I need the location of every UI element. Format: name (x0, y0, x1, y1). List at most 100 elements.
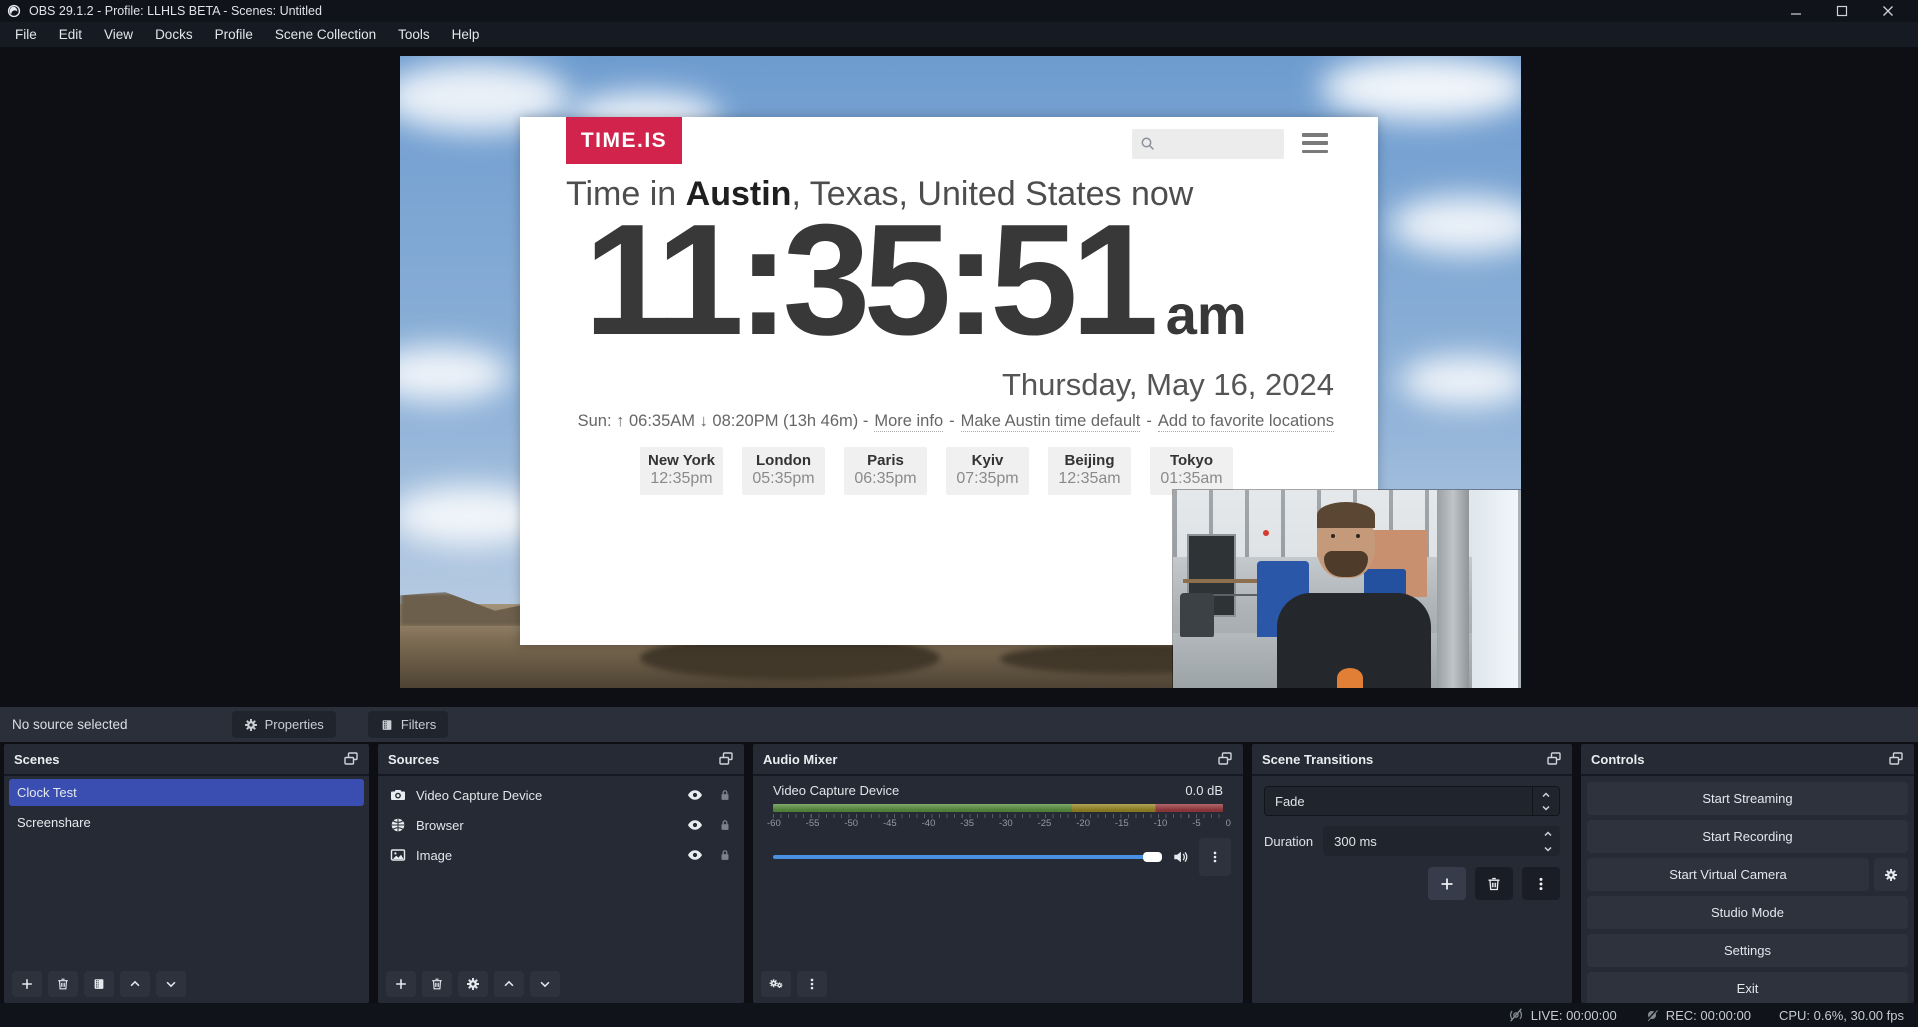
exit-button[interactable]: Exit (1587, 972, 1908, 1003)
window-title: OBS 29.1.2 - Profile: LLHLS BETA - Scene… (29, 4, 322, 18)
eye-icon[interactable] (687, 787, 703, 803)
menu-tools[interactable]: Tools (387, 22, 441, 47)
spin-up-icon[interactable] (1542, 828, 1554, 840)
duration-label: Duration (1264, 834, 1313, 849)
remove-transition-button[interactable] (1475, 867, 1513, 900)
source-move-up-button[interactable] (494, 971, 524, 997)
speaker-icon[interactable] (1173, 849, 1189, 865)
city-card: Tokyo01:35am (1150, 447, 1233, 495)
start-streaming-button[interactable]: Start Streaming (1587, 782, 1908, 815)
controls-title: Controls (1591, 752, 1644, 767)
menu-help[interactable]: Help (441, 22, 491, 47)
status-bar: LIVE: 00:00:00 REC: 00:00:00 CPU: 0.6%, … (0, 1003, 1918, 1027)
menubar: File Edit View Docks Profile Scene Colle… (0, 22, 1918, 47)
cpu-fps-stats: CPU: 0.6%, 30.00 fps (1779, 1008, 1904, 1023)
mixer-channel-name: Video Capture Device (773, 783, 899, 798)
duration-spinbox[interactable]: 300 ms (1323, 826, 1560, 856)
close-button[interactable] (1865, 0, 1911, 22)
gear-icon (244, 718, 258, 732)
menu-edit[interactable]: Edit (48, 22, 93, 47)
popout-dock-icon[interactable] (1217, 751, 1233, 767)
cloud (400, 346, 510, 402)
lock-icon[interactable] (718, 818, 732, 832)
add-scene-button[interactable] (12, 971, 42, 997)
maximize-button[interactable] (1819, 0, 1865, 22)
eye-icon[interactable] (687, 817, 703, 833)
city-card: New York12:35pm (640, 447, 723, 495)
volume-slider[interactable] (773, 855, 1162, 859)
timeis-meridiem: am (1166, 283, 1247, 346)
add-transition-button[interactable] (1428, 867, 1466, 900)
advanced-audio-button[interactable] (761, 971, 791, 997)
scenes-panel: Scenes Clock Test Screenshare (4, 744, 369, 1003)
volume-slider-handle[interactable] (1143, 852, 1162, 862)
scene-move-down-button[interactable] (156, 971, 186, 997)
timeis-sun-info: Sun: ↑ 06:35AM ↓ 08:20PM (13h 46m) - Mor… (578, 412, 1334, 432)
menu-profile[interactable]: Profile (204, 22, 264, 47)
obs-logo-icon (7, 4, 21, 18)
settings-button[interactable]: Settings (1587, 934, 1908, 967)
source-move-down-button[interactable] (530, 971, 560, 997)
volume-meter (773, 804, 1223, 812)
camera-icon (390, 787, 406, 803)
remove-scene-button[interactable] (48, 971, 78, 997)
globe-icon (390, 817, 406, 833)
stream-status-icon (1508, 1007, 1524, 1023)
scene-filters-button[interactable] (84, 971, 114, 997)
timeis-date: Thursday, May 16, 2024 (1002, 367, 1334, 403)
webcam-overlay (1173, 490, 1521, 688)
scenes-title: Scenes (14, 752, 60, 767)
transition-properties-button[interactable] (1522, 867, 1560, 900)
preview-canvas[interactable]: TIME.IS Time in Austin, Texas, United St… (400, 56, 1521, 688)
menu-scene-collection[interactable]: Scene Collection (264, 22, 387, 47)
audio-mixer-panel: Audio Mixer Video Capture Device 0.0 dB … (753, 744, 1243, 1003)
lock-icon[interactable] (718, 848, 732, 862)
search-icon (1140, 136, 1156, 152)
kebab-icon (1208, 850, 1222, 864)
mixer-channel-level: 0.0 dB (1185, 783, 1223, 798)
mixer-options-button[interactable] (1199, 838, 1231, 876)
studio-mode-button[interactable]: Studio Mode (1587, 896, 1908, 929)
popout-dock-icon[interactable] (343, 751, 359, 767)
audio-mixer-title: Audio Mixer (763, 752, 837, 767)
menu-file[interactable]: File (4, 22, 48, 47)
source-row-browser[interactable]: Browser (378, 810, 744, 840)
timeis-logo: TIME.IS (566, 117, 682, 164)
popout-dock-icon[interactable] (718, 751, 734, 767)
sources-panel: Sources Video Capture Device Browser (378, 744, 744, 1003)
start-recording-button[interactable]: Start Recording (1587, 820, 1908, 853)
minimize-button[interactable] (1773, 0, 1819, 22)
source-row-video-capture[interactable]: Video Capture Device (378, 780, 744, 810)
spin-down-icon[interactable] (1542, 843, 1554, 855)
cloud (1400, 356, 1521, 406)
transition-select[interactable]: Fade (1264, 786, 1560, 816)
virtual-camera-config-button[interactable] (1874, 858, 1908, 891)
lock-icon[interactable] (718, 788, 732, 802)
add-source-button[interactable] (386, 971, 416, 997)
popout-dock-icon[interactable] (1888, 751, 1904, 767)
remove-source-button[interactable] (422, 971, 452, 997)
titlebar: OBS 29.1.2 - Profile: LLHLS BETA - Scene… (0, 0, 1918, 22)
no-source-selected-label: No source selected (12, 717, 128, 732)
menu-docks[interactable]: Docks (144, 22, 204, 47)
timeis-search-box (1132, 129, 1284, 159)
menu-view[interactable]: View (93, 22, 144, 47)
eye-icon[interactable] (687, 847, 703, 863)
scene-item-clock-test[interactable]: Clock Test (9, 779, 364, 806)
popout-dock-icon[interactable] (1546, 751, 1562, 767)
sources-title: Sources (388, 752, 439, 767)
filters-button[interactable]: Filters (368, 711, 448, 738)
make-default-link: Make Austin time default (961, 412, 1141, 432)
source-properties-button[interactable] (458, 971, 488, 997)
scene-transitions-panel: Scene Transitions Fade Duration 300 ms (1252, 744, 1572, 1003)
properties-button[interactable]: Properties (232, 711, 336, 738)
live-timer: LIVE: 00:00:00 (1531, 1008, 1617, 1023)
scene-item-screenshare[interactable]: Screenshare (9, 809, 364, 836)
source-row-image[interactable]: Image (378, 840, 744, 870)
mixer-menu-button[interactable] (797, 971, 827, 997)
start-virtual-camera-button[interactable]: Start Virtual Camera (1587, 858, 1869, 891)
hamburger-menu-icon (1302, 133, 1328, 153)
obs-window: OBS 29.1.2 - Profile: LLHLS BETA - Scene… (0, 0, 1918, 1027)
scene-move-up-button[interactable] (120, 971, 150, 997)
timeis-clock: 11:35:51am (584, 201, 1247, 359)
